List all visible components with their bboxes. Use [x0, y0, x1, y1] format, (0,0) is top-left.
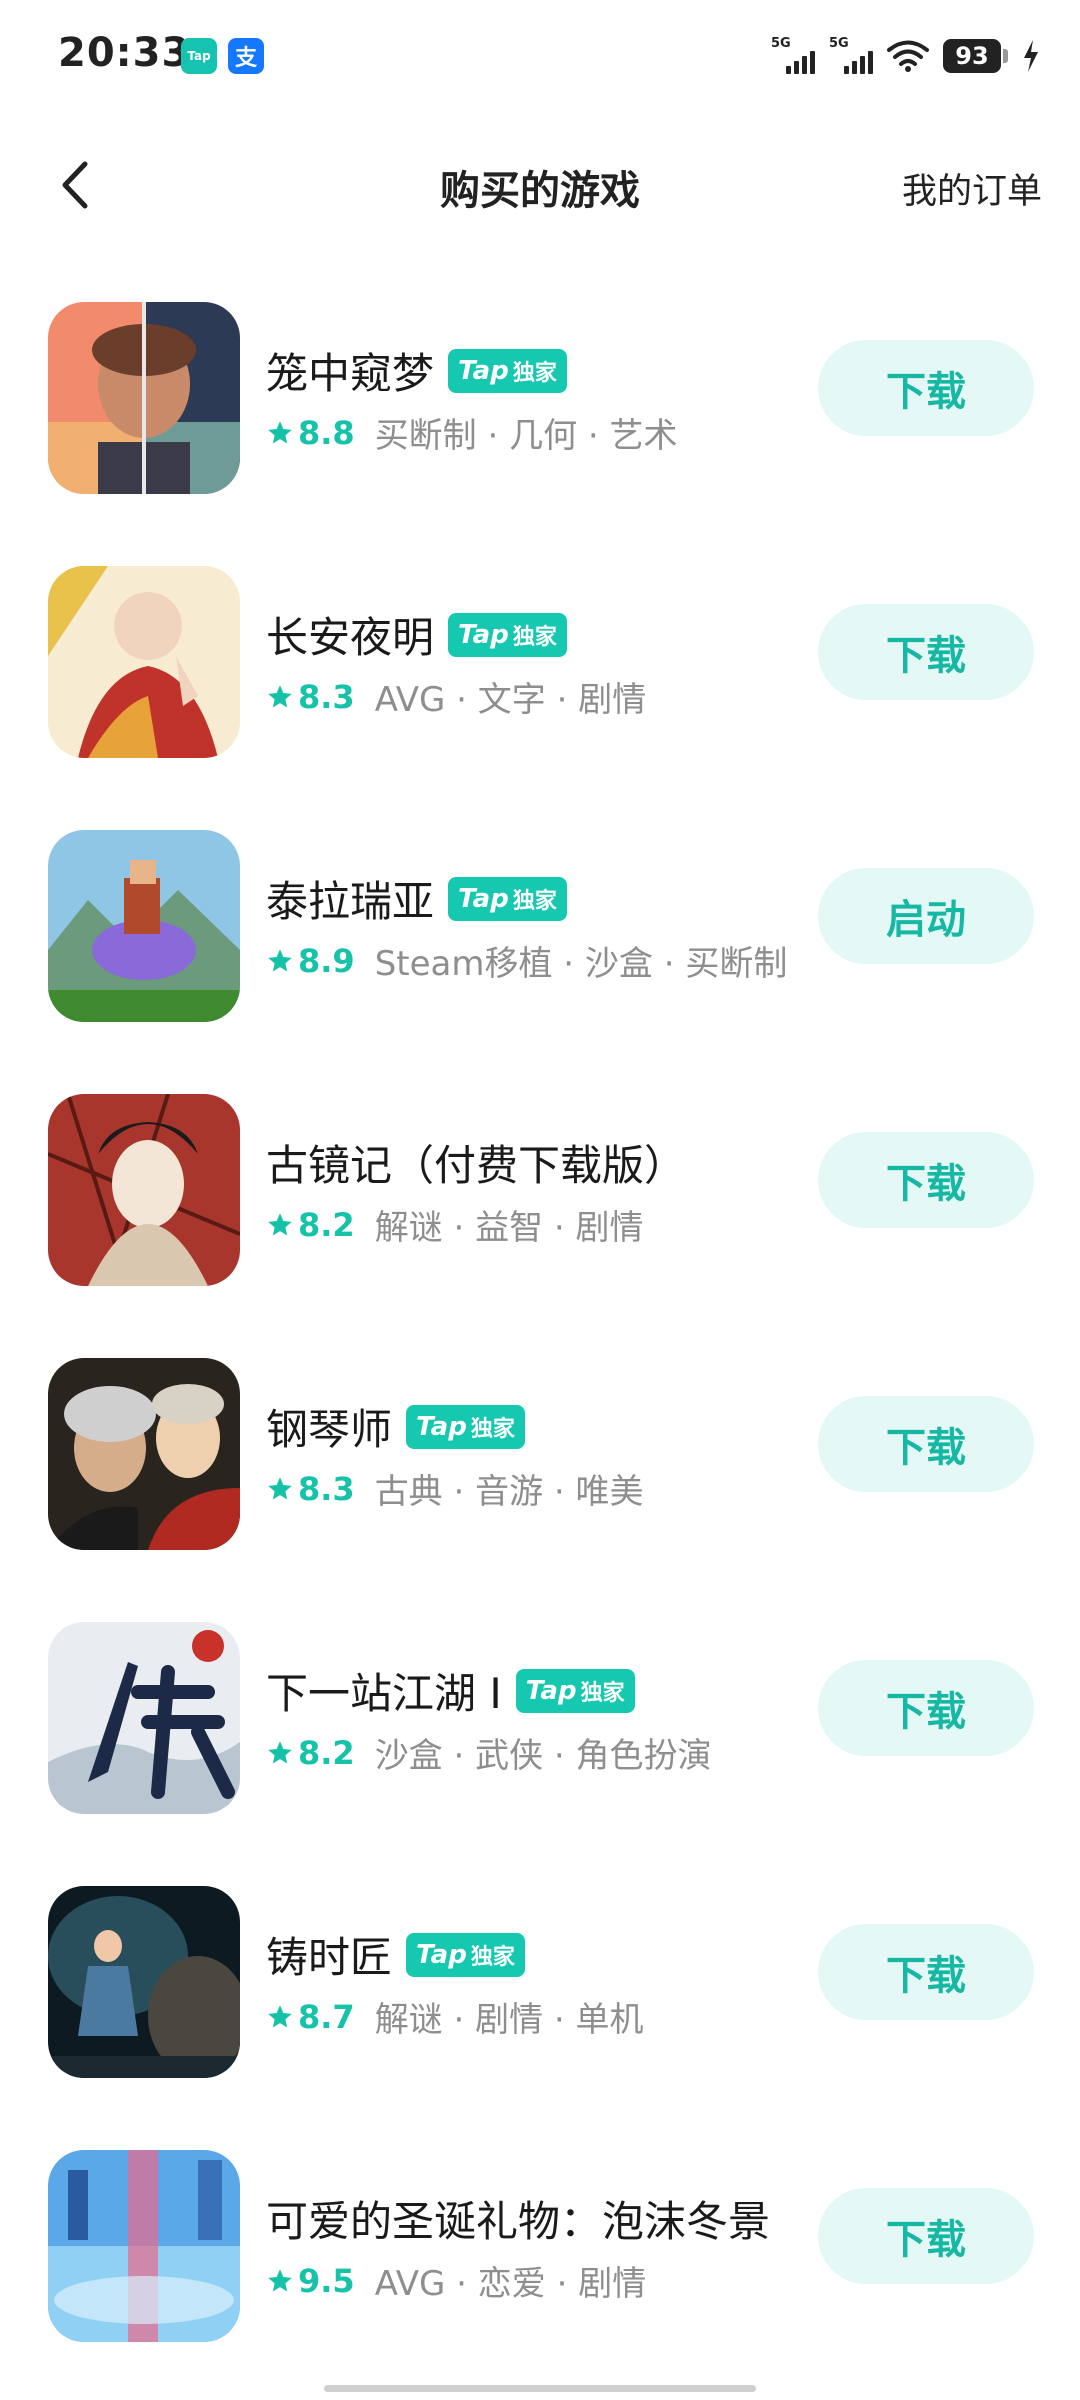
game-icon [48, 1886, 240, 2078]
alipay-icon: 支 [228, 38, 264, 74]
signal-icon: 5G [771, 36, 815, 76]
download-button[interactable]: 下载 [818, 604, 1034, 700]
status-bar: 20:33 Tap 支 5G 5G 93 [0, 0, 1080, 110]
purchased-games-page: 20:33 Tap 支 5G 5G 93 购买的游戏 我的订单 笼中窥梦 Tap… [0, 0, 1080, 2400]
star-icon [268, 684, 292, 707]
game-rating: 8.3 [298, 1469, 355, 1508]
game-icon [48, 1358, 240, 1550]
star-icon [268, 948, 292, 971]
tap-exclusive-badge: Tap 独家 [515, 1668, 635, 1713]
network-type-label: 5G [829, 36, 849, 51]
game-tags: 解谜 · 益智 · 剧情 [374, 1208, 644, 1248]
game-tags: 古典 · 音游 · 唯美 [374, 1472, 644, 1512]
home-indicator[interactable] [324, 2385, 756, 2392]
game-tags: 解谜 · 剧情 · 单机 [374, 2000, 644, 2040]
network-type-label: 5G [771, 36, 791, 51]
charging-icon [1024, 40, 1038, 72]
game-tags: AVG · 恋爱 · 剧情 [374, 2264, 647, 2304]
tap-exclusive-badge: Tap 独家 [448, 348, 567, 393]
game-name: 古镜记（付费下载版） [266, 1141, 687, 1190]
my-orders-link[interactable]: 我的订单 [902, 163, 1042, 214]
game-name: 铸时匠 [266, 1933, 393, 1982]
game-list: 笼中窥梦 Tap 独家 8.8 买断制 · 几何 · 艺术 下载 长安夜明 Ta… [0, 280, 1080, 2392]
game-icon [48, 302, 240, 494]
game-tags: 买断制 · 几何 · 艺术 [374, 416, 678, 456]
star-icon [268, 1740, 292, 1763]
game-name: 可爱的圣诞礼物：泡沫冬景 [266, 2197, 771, 2246]
taptap-icon: Tap [181, 38, 217, 74]
list-item[interactable]: 下一站江湖 Ⅰ Tap 独家 8.2 沙盒 · 武侠 · 角色扮演 下载 [0, 1600, 1080, 1864]
star-icon [268, 1476, 292, 1499]
game-name: 笼中窥梦 [266, 349, 435, 398]
game-rating: 8.8 [298, 413, 355, 452]
star-icon [268, 2004, 292, 2027]
list-item[interactable]: 泰拉瑞亚 Tap 独家 8.9 Steam移植 · 沙盒 · 买断制 启动 [0, 808, 1080, 1072]
game-tags: AVG · 文字 · 剧情 [374, 680, 647, 720]
wifi-icon [887, 40, 929, 72]
game-name: 泰拉瑞亚 [266, 877, 435, 926]
launch-button[interactable]: 启动 [818, 868, 1034, 964]
game-name: 下一站江湖 Ⅰ [266, 1669, 502, 1718]
game-tags: 沙盒 · 武侠 · 角色扮演 [374, 1736, 712, 1776]
battery-level: 93 [943, 39, 1001, 73]
game-rating: 8.3 [298, 677, 355, 716]
star-icon [268, 420, 292, 443]
game-icon [48, 566, 240, 758]
list-item[interactable]: 可爱的圣诞礼物：泡沫冬景 9.5 AVG · 恋爱 · 剧情 下载 [0, 2128, 1080, 2392]
game-icon [48, 1622, 240, 1814]
star-icon [268, 1212, 292, 1235]
download-button[interactable]: 下载 [818, 2188, 1034, 2284]
list-item[interactable]: 长安夜明 Tap 独家 8.3 AVG · 文字 · 剧情 下载 [0, 544, 1080, 808]
download-button[interactable]: 下载 [818, 1132, 1034, 1228]
game-icon [48, 1094, 240, 1286]
tap-exclusive-badge: Tap 独家 [406, 1932, 525, 1977]
battery-icon: 93 [943, 39, 1008, 73]
game-rating: 8.2 [298, 1733, 355, 1772]
game-tags: Steam移植 · 沙盒 · 买断制 [374, 944, 788, 984]
game-rating: 8.9 [298, 941, 355, 980]
list-item[interactable]: 笼中窥梦 Tap 独家 8.8 买断制 · 几何 · 艺术 下载 [0, 280, 1080, 544]
game-rating: 9.5 [298, 2261, 355, 2300]
game-rating: 8.7 [298, 1997, 355, 2036]
download-button[interactable]: 下载 [818, 1660, 1034, 1756]
tap-exclusive-badge: Tap 独家 [448, 612, 567, 657]
game-name: 钢琴师 [266, 1405, 393, 1454]
download-button[interactable]: 下载 [818, 1924, 1034, 2020]
game-rating: 8.2 [298, 1205, 355, 1244]
game-name: 长安夜明 [266, 613, 435, 662]
status-time: 20:33 [58, 30, 191, 76]
star-icon [268, 2268, 292, 2291]
list-item[interactable]: 钢琴师 Tap 独家 8.3 古典 · 音游 · 唯美 下载 [0, 1336, 1080, 1600]
download-button[interactable]: 下载 [818, 1396, 1034, 1492]
status-indicators: 5G 5G 93 [771, 34, 1040, 78]
signal-icon: 5G [829, 36, 873, 76]
game-icon [48, 830, 240, 1022]
list-item[interactable]: 铸时匠 Tap 独家 8.7 解谜 · 剧情 · 单机 下载 [0, 1864, 1080, 2128]
list-item[interactable]: 古镜记（付费下载版） 8.2 解谜 · 益智 · 剧情 下载 [0, 1072, 1080, 1336]
tap-exclusive-badge: Tap 独家 [448, 876, 567, 921]
game-icon [48, 2150, 240, 2342]
header: 购买的游戏 我的订单 [0, 130, 1080, 240]
tap-exclusive-badge: Tap 独家 [406, 1404, 525, 1449]
download-button[interactable]: 下载 [818, 340, 1034, 436]
